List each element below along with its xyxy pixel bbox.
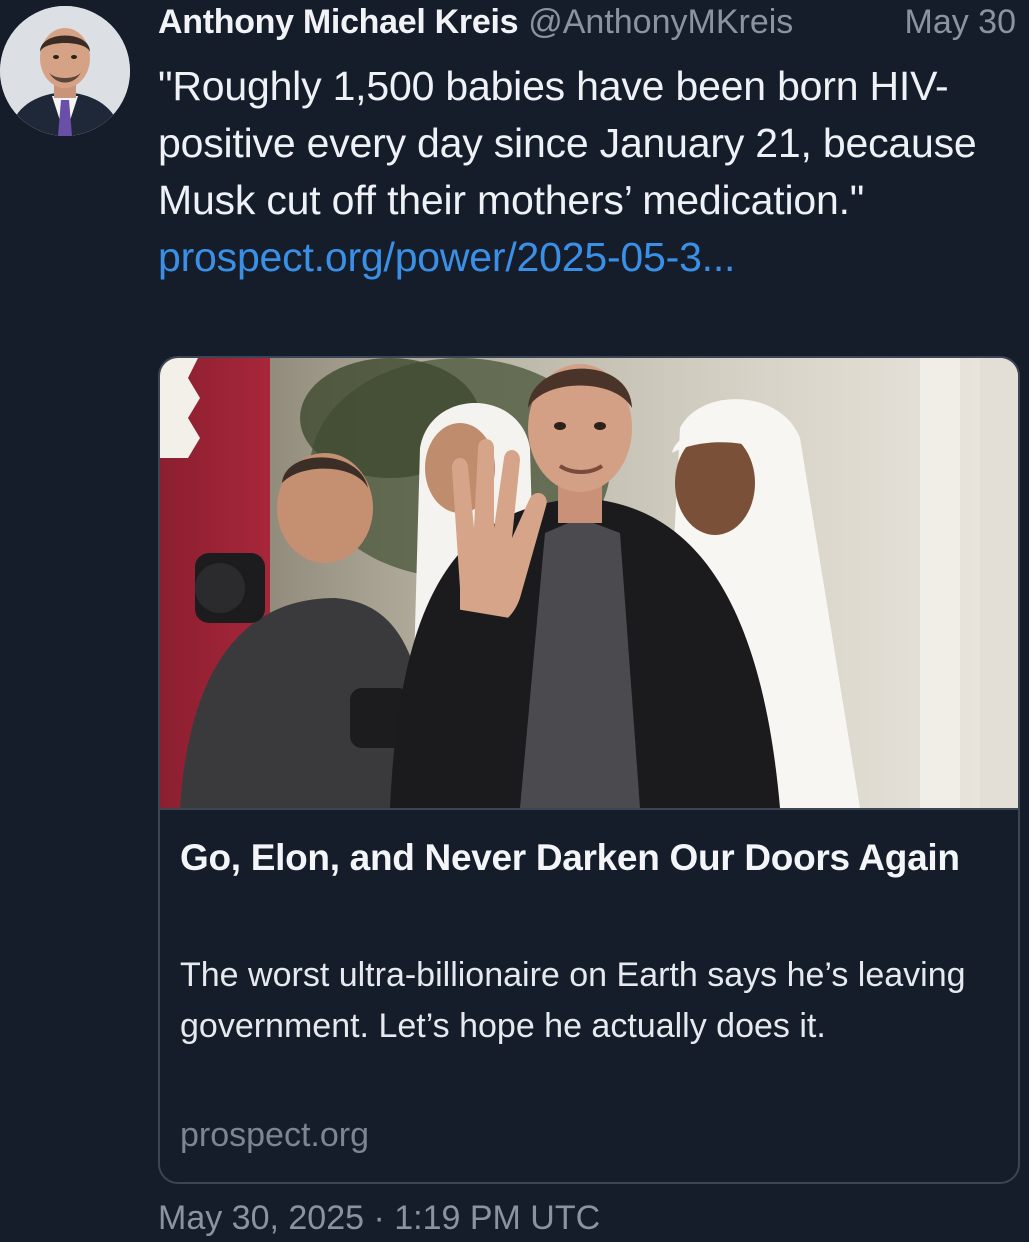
card-description: The worst ultra-billionaire on Earth say…: [180, 956, 966, 1045]
avatar-portrait-image: [0, 6, 130, 136]
author-avatar[interactable]: [0, 6, 130, 136]
tweet-header: Anthony Michael Kreis @AnthonyMKreis May …: [158, 2, 1028, 46]
card-photo: [160, 358, 1018, 808]
tweet-text: "Roughly 1,500 babies have been born HIV…: [158, 63, 977, 223]
card-title[interactable]: Go, Elon, and Never Darken Our Doors Aga…: [180, 830, 1000, 885]
tweet-body: "Roughly 1,500 babies have been born HIV…: [158, 58, 1026, 286]
tweet-link[interactable]: prospect.org/power/2025-05-3...: [158, 234, 735, 280]
card-image[interactable]: [160, 358, 1018, 810]
link-preview-card[interactable]: Go, Elon, and Never Darken Our Doors Aga…: [158, 356, 1020, 1184]
card-domain: prospect.org: [180, 1116, 369, 1154]
tweet-timestamp[interactable]: May 30, 2025 · 1:19 PM UTC: [158, 1195, 600, 1241]
author-name[interactable]: Anthony Michael Kreis: [158, 3, 519, 41]
tweet-date[interactable]: May 30: [905, 2, 1017, 42]
author-handle[interactable]: @AnthonyMKreis: [528, 3, 793, 41]
